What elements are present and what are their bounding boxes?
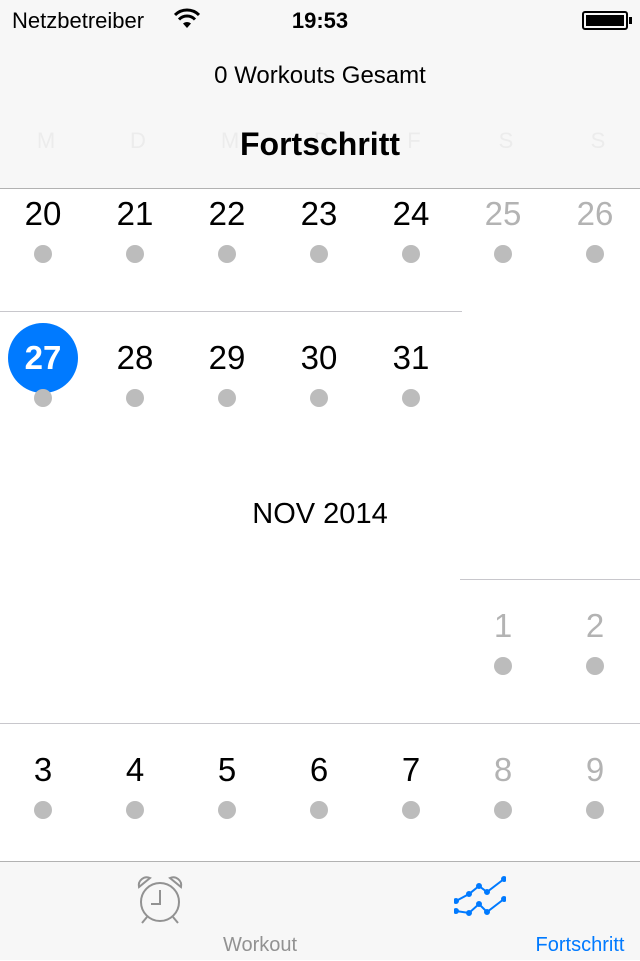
day-number: 4 <box>125 751 145 788</box>
divider <box>460 579 640 580</box>
workout-dot <box>402 801 420 819</box>
day-number: 25 <box>484 195 522 232</box>
day-cell[interactable]: 29 <box>181 336 273 407</box>
workout-dot <box>126 245 144 263</box>
day-number: 8 <box>493 751 513 788</box>
workout-dot <box>310 245 328 263</box>
day-cell[interactable]: 22 <box>181 192 273 263</box>
day-number: 27 <box>8 323 78 393</box>
day-cell[interactable]: 23 <box>273 192 365 263</box>
tab-workout[interactable]: Workout <box>60 862 297 961</box>
day-cell[interactable]: 3 <box>0 748 89 819</box>
workout-dot <box>310 389 328 407</box>
workout-dot <box>34 245 52 263</box>
status-bar: Netzbetreiber 19:53 <box>0 0 640 40</box>
day-cell[interactable]: 21 <box>89 192 181 263</box>
alarm-clock-icon <box>137 876 183 924</box>
workout-dot <box>34 389 52 407</box>
progress-chart-icon <box>454 876 506 916</box>
day-number: 28 <box>116 339 154 376</box>
workout-dot <box>218 245 236 263</box>
day-number: 2 <box>585 607 605 644</box>
tab-fortschritt[interactable]: Fortschritt <box>380 862 624 961</box>
workout-dot <box>494 657 512 675</box>
day-number: 5 <box>217 751 237 788</box>
workout-dot <box>34 801 52 819</box>
workout-dot <box>494 801 512 819</box>
workout-dot <box>402 245 420 263</box>
day-cell[interactable]: 25 <box>457 192 549 263</box>
day-number: 3 <box>33 751 53 788</box>
workout-dot <box>402 389 420 407</box>
day-cell[interactable]: 1 <box>457 604 549 675</box>
day-number: 31 <box>392 339 430 376</box>
day-cell[interactable]: 6 <box>273 748 365 819</box>
divider <box>0 723 640 724</box>
day-cell[interactable]: 5 <box>181 748 273 819</box>
day-cell-today[interactable]: 27 <box>0 323 89 407</box>
clock: 19:53 <box>291 8 349 33</box>
navigation-bar: 0 Workouts Gesamt M D M D F S S Fortschr… <box>0 40 640 189</box>
day-cell[interactable]: 4 <box>89 748 181 819</box>
month-label: NOV 2014 <box>252 498 388 530</box>
workout-dot <box>126 801 144 819</box>
day-number: 7 <box>401 751 421 788</box>
workout-dot <box>218 389 236 407</box>
workout-dot <box>126 389 144 407</box>
page-title: Fortschritt <box>240 126 400 162</box>
day-cell[interactable]: 2 <box>549 604 640 675</box>
day-number: 1 <box>493 607 513 644</box>
tab-label: Workout <box>222 934 298 956</box>
day-cell[interactable]: 8 <box>457 748 549 819</box>
day-number: 23 <box>300 195 338 232</box>
day-number: 30 <box>300 339 338 376</box>
day-cell[interactable]: 7 <box>365 748 457 819</box>
day-cell[interactable]: 9 <box>549 748 640 819</box>
day-cell[interactable]: 20 <box>0 192 89 263</box>
workout-dot <box>586 245 604 263</box>
divider <box>0 311 462 312</box>
day-number: 24 <box>392 195 430 232</box>
day-cell[interactable]: 30 <box>273 336 365 407</box>
day-cell[interactable]: 26 <box>549 192 640 263</box>
day-number: 9 <box>585 751 605 788</box>
tab-bar: Workout Fortschritt <box>0 861 640 960</box>
day-number: 26 <box>576 195 614 232</box>
day-number: 29 <box>208 339 246 376</box>
workout-dot <box>310 801 328 819</box>
battery-icon <box>582 11 632 30</box>
day-number: 21 <box>116 195 154 232</box>
day-number: 22 <box>208 195 246 232</box>
workout-dot <box>494 245 512 263</box>
tab-label: Fortschritt <box>535 934 625 956</box>
workout-dot <box>586 657 604 675</box>
day-cell[interactable]: 24 <box>365 192 457 263</box>
workout-dot <box>586 801 604 819</box>
day-cell[interactable]: 31 <box>365 336 457 407</box>
workout-dot <box>218 801 236 819</box>
workout-count: 0 Workouts Gesamt <box>214 62 426 89</box>
day-cell[interactable]: 28 <box>89 336 181 407</box>
day-number: 20 <box>24 195 62 232</box>
day-number: 6 <box>309 751 329 788</box>
